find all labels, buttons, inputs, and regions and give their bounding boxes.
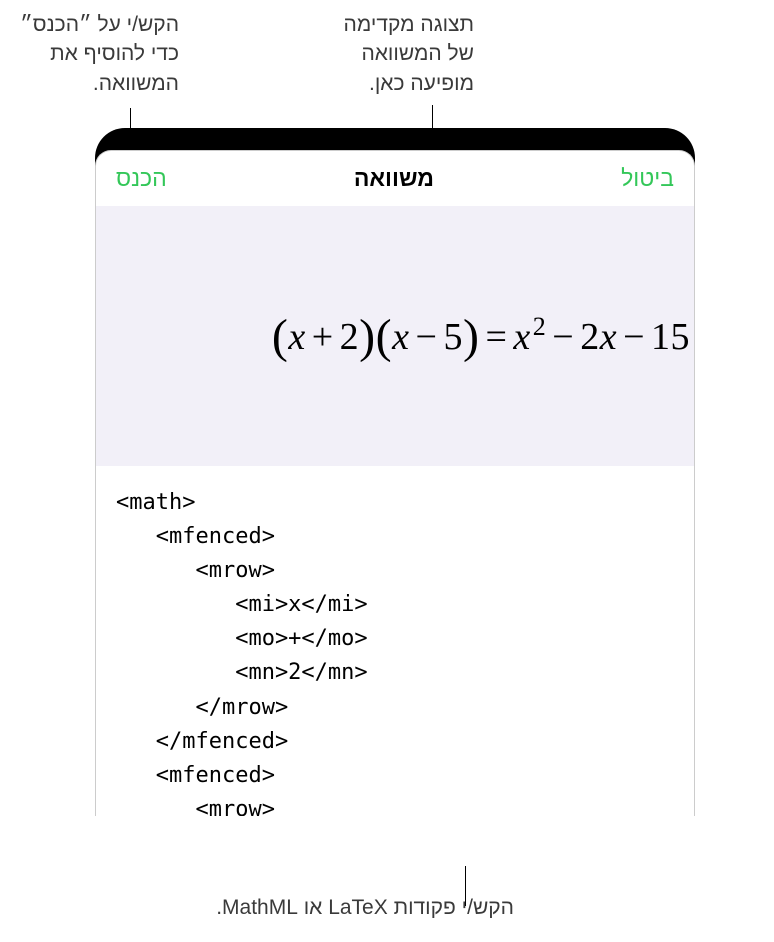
equation-preview: (x+2)(x−5)=x2−2x−15 <box>96 206 694 466</box>
cancel-button[interactable]: ביטול <box>621 165 674 192</box>
callout-code: הקש/י פקודות LaTeX או MathML. <box>164 893 514 922</box>
sheet-title: משוואה <box>354 165 434 192</box>
code-text[interactable]: <math> <mfenced> <mrow> <mi>x</mi> <mo>+… <box>116 486 674 816</box>
equation-sheet: ביטול משוואה הכנס (x+2)(x−5)=x2−2x−15 <m… <box>95 150 695 816</box>
nav-bar: ביטול משוואה הכנס <box>96 151 694 206</box>
callout-line <box>465 866 466 906</box>
insert-button[interactable]: הכנס <box>116 165 167 192</box>
callout-preview: תצוגה מקדימה של המשוואה מופיעה כאן. <box>314 10 474 98</box>
mathml-input[interactable]: <math> <mfenced> <mrow> <mi>x</mi> <mo>+… <box>96 466 694 816</box>
device-frame: ביטול משוואה הכנס (x+2)(x−5)=x2−2x−15 <m… <box>95 128 695 816</box>
equation-render: (x+2)(x−5)=x2−2x−15 <box>272 309 690 364</box>
callout-insert: הקש/י על ״הכנס״ כדי להוסיף את המשוואה. <box>14 10 179 98</box>
